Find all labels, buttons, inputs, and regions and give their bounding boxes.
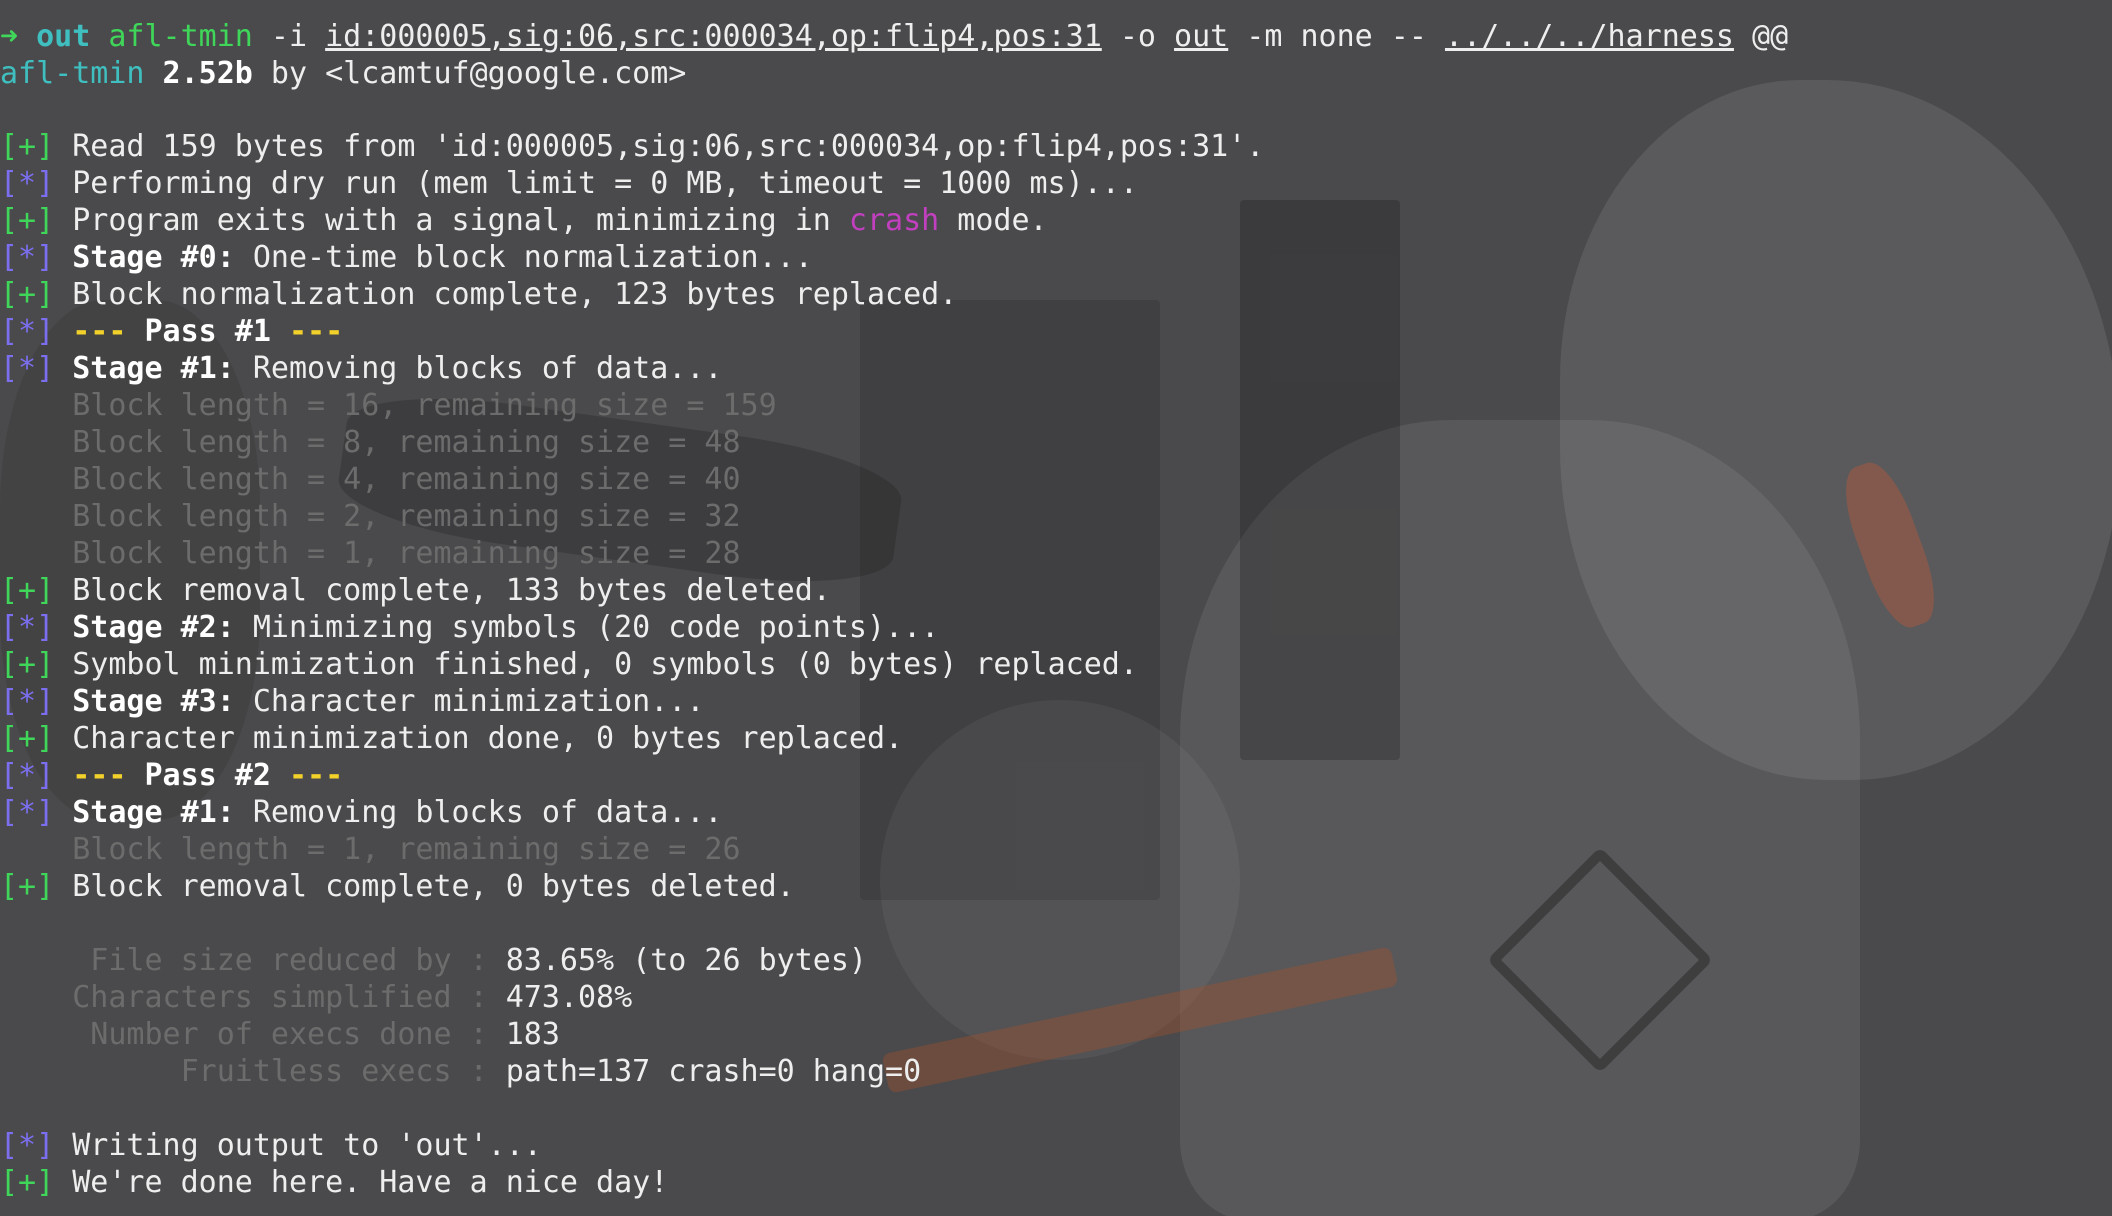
pass-divider: --- xyxy=(270,758,344,793)
log-line: [*] Stage #2: Minimizing symbols (20 cod… xyxy=(0,609,939,646)
status-tag-star: [*] xyxy=(0,1128,55,1163)
block-progress-line: Block length = 8, remaining size = 48 xyxy=(0,425,741,460)
log-line: [+] Symbol minimization finished, 0 symb… xyxy=(0,646,1138,683)
pass-divider: --- xyxy=(54,314,127,349)
block-progress-line: Block length = 16, remaining size = 159 xyxy=(0,388,777,423)
status-tag-star: [*] xyxy=(0,610,55,645)
stat-value: 83.65% (to 26 bytes) xyxy=(505,943,867,978)
log-text: Block removal complete, 0 bytes deleted. xyxy=(54,869,795,904)
command-name: afl-tmin xyxy=(108,19,253,54)
command-prompt-line: ➜ out afl-tmin -i id:000005,sig:06,src:0… xyxy=(0,18,1788,55)
harness-path: ../../../harness xyxy=(1444,19,1734,54)
log-text: Removing blocks of data... xyxy=(234,351,723,386)
stat-value: 183 xyxy=(505,1017,560,1052)
log-text: We're done here. Have a nice day! xyxy=(54,1165,669,1200)
log-text: One-time block normalization... xyxy=(234,240,813,275)
status-tag-star: [*] xyxy=(0,758,55,793)
stat-value: 473.08% xyxy=(505,980,633,1015)
log-text: Read 159 bytes from 'id:000005,sig:06,sr… xyxy=(54,129,1265,164)
block-progress-line: Block length = 2, remaining size = 32 xyxy=(0,499,741,534)
log-text: Minimizing symbols (20 code points)... xyxy=(234,610,940,645)
block-progress-line: Block length = 4, remaining size = 40 xyxy=(0,462,741,497)
stat-label: Number of execs done : xyxy=(0,1017,506,1052)
log-text: Performing dry run (mem limit = 0 MB, ti… xyxy=(54,166,1138,201)
status-tag-star: [*] xyxy=(0,795,55,830)
pass-divider: --- xyxy=(270,314,344,349)
banner-name: afl-tmin xyxy=(0,56,145,91)
log-text: Program exits with a signal, minimizing … xyxy=(54,203,849,238)
status-tag-plus: [+] xyxy=(0,277,55,312)
log-text: Character minimization done, 0 bytes rep… xyxy=(54,721,904,756)
prompt-directory: out xyxy=(36,19,91,54)
log-text: Symbol minimization finished, 0 symbols … xyxy=(54,647,1138,682)
log-text: Removing blocks of data... xyxy=(234,795,723,830)
status-tag-plus: [+] xyxy=(0,573,55,608)
log-line: [*] Stage #0: One-time block normalizati… xyxy=(0,239,813,276)
status-tag-plus: [+] xyxy=(0,1165,55,1200)
block-progress-line: Block length = 1, remaining size = 28 xyxy=(0,536,741,571)
block-progress-line: Block length = 1, remaining size = 26 xyxy=(0,832,741,867)
log-text: Block normalization complete, 123 bytes … xyxy=(54,277,958,312)
status-tag-star: [*] xyxy=(0,240,55,275)
stage-label: Stage #3: xyxy=(54,684,235,719)
stat-row: Characters simplified : 473.08% xyxy=(0,979,632,1016)
stage-label: Stage #0: xyxy=(54,240,235,275)
log-text: Writing output to 'out'... xyxy=(54,1128,542,1163)
banner-author: by <lcamtuf@google.com> xyxy=(252,56,687,91)
log-line: [+] Character minimization done, 0 bytes… xyxy=(0,720,903,757)
input-file-path: id:000005,sig:06,src:000034,op:flip4,pos… xyxy=(325,19,1102,54)
banner-version: 2.52b xyxy=(144,56,253,91)
log-line: [+] Block removal complete, 133 bytes de… xyxy=(0,572,831,609)
log-line: [*] Stage #1: Removing blocks of data... xyxy=(0,350,722,387)
stage-label: Stage #1: xyxy=(54,795,235,830)
mode-keyword: crash xyxy=(848,203,940,238)
stat-label: File size reduced by : xyxy=(0,943,506,978)
status-tag-plus: [+] xyxy=(0,203,55,238)
status-tag-star: [*] xyxy=(0,166,55,201)
status-tag-plus: [+] xyxy=(0,721,55,756)
log-line: [+] Block normalization complete, 123 by… xyxy=(0,276,957,313)
pass-header: [*] --- Pass #1 --- xyxy=(0,313,343,350)
pass-divider: --- xyxy=(54,758,127,793)
log-line: [+] Program exits with a signal, minimiz… xyxy=(0,202,1048,239)
status-tag-plus: [+] xyxy=(0,647,55,682)
log-text: mode. xyxy=(939,203,1048,238)
stat-value: path=137 crash=0 hang=0 xyxy=(505,1054,922,1089)
prompt-arrow-icon: ➜ xyxy=(0,19,19,54)
banner-line: afl-tmin 2.52b by <lcamtuf@google.com> xyxy=(0,55,686,92)
pass-header: [*] --- Pass #2 --- xyxy=(0,757,343,794)
log-text: Character minimization... xyxy=(234,684,705,719)
log-line: [*] Stage #1: Removing blocks of data... xyxy=(0,794,722,831)
log-line: [+] Block removal complete, 0 bytes dele… xyxy=(0,868,795,905)
pass-label: Pass #2 xyxy=(126,758,271,793)
terminal-window[interactable]: ➜ out afl-tmin -i id:000005,sig:06,src:0… xyxy=(0,0,2112,1216)
pass-label: Pass #1 xyxy=(126,314,271,349)
stat-row: File size reduced by : 83.65% (to 26 byt… xyxy=(0,942,867,979)
stage-label: Stage #1: xyxy=(54,351,235,386)
stat-label: Characters simplified : xyxy=(0,980,506,1015)
status-tag-star: [*] xyxy=(0,684,55,719)
status-tag-star: [*] xyxy=(0,314,55,349)
stage-label: Stage #2: xyxy=(54,610,235,645)
stat-label: Fruitless execs : xyxy=(0,1054,506,1089)
log-line: [+] Read 159 bytes from 'id:000005,sig:0… xyxy=(0,128,1264,165)
command-flag-input: -i xyxy=(252,19,326,54)
output-file-path: out xyxy=(1174,19,1229,54)
status-tag-plus: [+] xyxy=(0,129,55,164)
stat-row: Number of execs done : 183 xyxy=(0,1016,560,1053)
log-line: [*] Writing output to 'out'... xyxy=(0,1127,542,1164)
status-tag-star: [*] xyxy=(0,351,55,386)
command-placeholder: @@ xyxy=(1733,19,1789,54)
log-text: Block removal complete, 133 bytes delete… xyxy=(54,573,831,608)
log-line: [+] We're done here. Have a nice day! xyxy=(0,1164,668,1201)
log-line: [*] Stage #3: Character minimization... xyxy=(0,683,704,720)
command-flag-memory: -m none -- xyxy=(1228,19,1445,54)
log-line: [*] Performing dry run (mem limit = 0 MB… xyxy=(0,165,1138,202)
status-tag-plus: [+] xyxy=(0,869,55,904)
stat-row: Fruitless execs : path=137 crash=0 hang=… xyxy=(0,1053,922,1090)
command-flag-output: -o xyxy=(1101,19,1175,54)
